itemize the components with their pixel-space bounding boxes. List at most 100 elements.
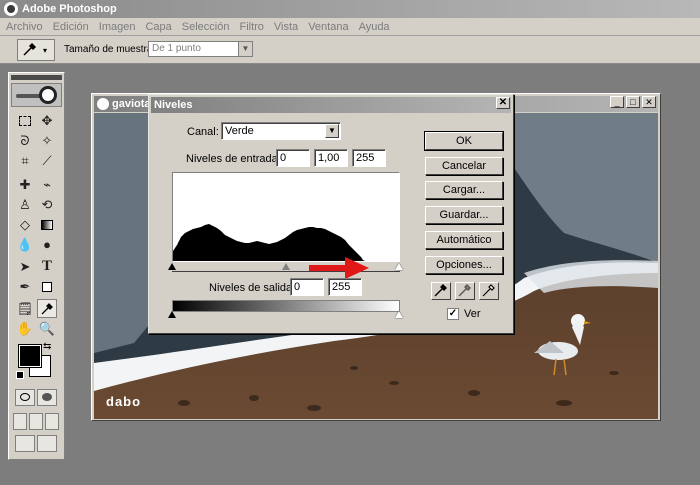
document-icon (97, 98, 109, 110)
brush-tool-icon[interactable]: ⌁ (37, 175, 57, 194)
document-title: gaviota (112, 98, 151, 110)
save-button[interactable]: Guardar... (425, 206, 503, 224)
gradient-tool-icon[interactable] (37, 215, 57, 234)
menu-edicion[interactable]: Edición (53, 21, 89, 33)
output-white-value: 255 (332, 281, 351, 293)
output-black-field[interactable]: 0 (290, 278, 324, 296)
menu-capa[interactable]: Capa (145, 21, 171, 33)
input-black-field[interactable]: 0 (276, 149, 310, 167)
history-brush-tool-icon[interactable]: ⟲ (37, 195, 57, 214)
minimize-button[interactable]: _ (610, 96, 624, 108)
output-white-field[interactable]: 255 (328, 278, 362, 296)
output-white-slider[interactable] (395, 311, 403, 318)
load-button[interactable]: Cargar... (425, 181, 503, 199)
menu-archivo[interactable]: Archivo (6, 21, 43, 33)
default-colors-icon[interactable] (16, 371, 24, 379)
white-point-eyedropper[interactable] (479, 282, 499, 300)
input-gamma-slider[interactable] (282, 263, 290, 270)
crop-tool-icon[interactable]: ⌗ (15, 151, 35, 170)
menu-ayuda[interactable]: Ayuda (359, 21, 390, 33)
black-point-eyedropper[interactable] (431, 282, 451, 300)
healing-brush-tool-icon[interactable]: ✚ (15, 175, 35, 194)
output-levels-label: Niveles de salida: (209, 282, 296, 294)
clone-stamp-tool-icon[interactable]: ♙ (15, 195, 35, 214)
maximize-button[interactable]: □ (626, 96, 640, 108)
photoshop-eye-logo[interactable] (11, 83, 62, 107)
output-black-slider[interactable] (168, 311, 176, 318)
close-button[interactable]: ✕ (496, 97, 510, 109)
app-titlebar: Adobe Photoshop (0, 0, 700, 18)
eyedropper-icon (23, 42, 37, 56)
slice-tool-icon[interactable]: ⟋ (37, 151, 57, 170)
eyedropper-black-icon (434, 284, 447, 297)
sample-size-select[interactable]: De 1 punto ▼ (148, 41, 253, 57)
input-black-value: 0 (280, 152, 287, 164)
input-gamma-value: 1,00 (318, 152, 340, 164)
lasso-tool-icon[interactable]: ᘐ (15, 131, 35, 150)
histogram (172, 172, 400, 262)
type-tool-icon[interactable]: T (37, 257, 57, 276)
input-black-slider[interactable] (168, 263, 176, 270)
chevron-down-icon: ▼ (238, 42, 252, 56)
channel-value: Verde (225, 125, 254, 137)
channel-label: Canal: (187, 126, 219, 138)
options-button[interactable]: Opciones... (425, 256, 503, 274)
dodge-tool-icon[interactable]: ● (37, 235, 57, 254)
input-white-slider[interactable] (395, 263, 403, 270)
menu-vista[interactable]: Vista (274, 21, 298, 33)
input-white-value: 255 (356, 152, 375, 164)
blur-tool-icon[interactable]: 💧 (15, 235, 35, 254)
close-button[interactable]: ✕ (642, 96, 656, 108)
chevron-down-icon: ▼ (325, 124, 339, 138)
swap-colors-icon[interactable]: ⇆ (43, 341, 51, 352)
quick-mask-mode-button[interactable] (37, 389, 57, 406)
notes-tool-icon[interactable]: 🗒 (15, 299, 35, 318)
pen-tool-icon[interactable]: ✒ (15, 277, 35, 296)
gray-point-eyedropper[interactable] (455, 282, 475, 300)
menu-filtro[interactable]: Filtro (239, 21, 263, 33)
eyedropper-gray-icon (458, 284, 471, 297)
input-gamma-field[interactable]: 1,00 (314, 149, 348, 167)
toolbox-drag-handle[interactable] (11, 75, 62, 80)
jump-to-imageready-button[interactable] (15, 435, 35, 452)
watermark-text: dabo (106, 394, 142, 409)
foreground-color-swatch[interactable] (18, 344, 42, 368)
check-icon: ✓ (448, 308, 458, 319)
standard-mode-button[interactable] (15, 389, 35, 406)
output-black-value: 0 (294, 281, 301, 293)
menu-seleccion[interactable]: Selección (182, 21, 230, 33)
zoom-tool-icon[interactable]: 🔍 (37, 319, 57, 338)
eyedropper-tool-icon[interactable] (37, 299, 57, 318)
menu-ventana[interactable]: Ventana (308, 21, 348, 33)
levels-dialog-titlebar[interactable]: Niveles (151, 97, 511, 113)
levels-dialog-title: Niveles (154, 99, 193, 111)
histogram-graph (173, 224, 365, 261)
marquee-tool-icon[interactable] (15, 111, 35, 130)
eyedropper-white-icon (482, 284, 495, 297)
options-bar: ▾ Tamaño de muestra: De 1 punto ▼ (0, 36, 700, 64)
photoshop-logo-icon (4, 2, 18, 16)
magic-wand-tool-icon[interactable]: ✧ (37, 131, 57, 150)
ok-button[interactable]: OK (424, 131, 504, 151)
jump-to-app-button[interactable] (37, 435, 57, 452)
hand-tool-icon[interactable]: ✋ (15, 319, 35, 338)
input-levels-label: Niveles de entrada: (186, 153, 281, 165)
output-gradient-bar (172, 300, 400, 312)
preview-checkbox[interactable]: ✓ (447, 308, 459, 320)
menu-imagen[interactable]: Imagen (99, 21, 136, 33)
shape-tool-icon[interactable] (37, 277, 57, 296)
full-screen-menu-mode-button[interactable] (29, 413, 43, 430)
sample-size-label: Tamaño de muestra: (64, 44, 156, 55)
eraser-tool-icon[interactable]: ◇ (15, 215, 35, 234)
full-screen-mode-button[interactable] (45, 413, 59, 430)
input-white-field[interactable]: 255 (352, 149, 386, 167)
channel-select[interactable]: Verde ▼ (221, 122, 341, 140)
move-tool-icon[interactable]: ✥ (37, 111, 57, 130)
standard-screen-mode-button[interactable] (13, 413, 27, 430)
preview-label: Ver (464, 308, 481, 320)
cancel-button[interactable]: Cancelar (425, 157, 503, 175)
tool-preset-picker[interactable]: ▾ (17, 39, 55, 61)
eye-icon (39, 86, 57, 104)
path-selection-tool-icon[interactable]: ➤ (15, 257, 35, 276)
auto-button[interactable]: Automático (425, 231, 503, 249)
